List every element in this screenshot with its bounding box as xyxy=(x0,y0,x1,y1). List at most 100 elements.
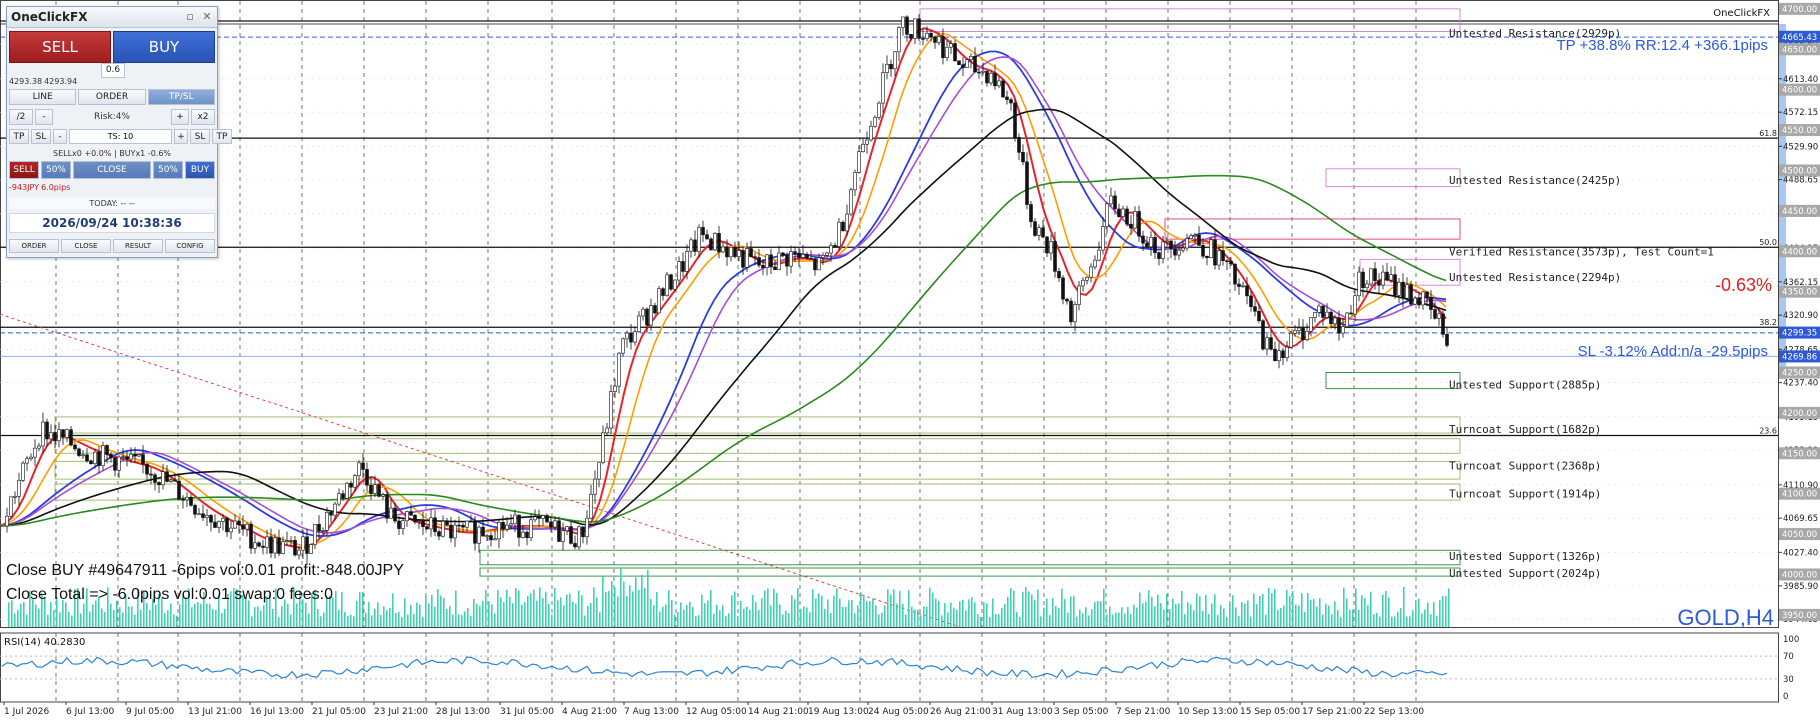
candle-body xyxy=(69,429,73,446)
price-highlight-label: 4550.00 xyxy=(1782,126,1817,136)
volume-bar xyxy=(1112,614,1114,627)
volume-bar xyxy=(1265,614,1267,627)
volume-bar xyxy=(356,600,358,627)
volume-bar xyxy=(95,600,97,627)
candle-body xyxy=(361,462,365,470)
volume-bar xyxy=(812,589,814,627)
tab-order[interactable]: ORDER xyxy=(9,239,59,253)
volume-bar xyxy=(629,585,631,627)
sl-left-button[interactable]: SL xyxy=(31,129,51,144)
candle-body xyxy=(273,537,277,554)
candle-body xyxy=(757,257,761,266)
sell-button[interactable]: SELL xyxy=(9,31,111,63)
volume-bar xyxy=(710,589,712,627)
volume-bar xyxy=(1064,599,1066,627)
candle-body xyxy=(545,515,549,523)
volume-bar xyxy=(416,602,418,627)
mode-line-tab[interactable]: LINE xyxy=(9,89,77,105)
volume-bar xyxy=(599,612,601,627)
volume-bar xyxy=(248,600,250,627)
candle-body xyxy=(209,515,213,523)
candle-body xyxy=(269,536,273,554)
volume-bar xyxy=(617,596,619,627)
candle-body xyxy=(1189,235,1193,239)
close-icon[interactable]: ✕ xyxy=(200,10,214,24)
volume-bar xyxy=(1307,593,1309,627)
volume-bar xyxy=(71,615,73,627)
volume-bar xyxy=(731,595,733,627)
tab-config[interactable]: CONFIG xyxy=(165,239,215,253)
price-highlight-label: 4100.00 xyxy=(1782,490,1817,500)
trailing-stop-input[interactable] xyxy=(69,129,172,144)
price-chart[interactable]: Untested Resistance(2929p)Untested Resis… xyxy=(0,0,1820,720)
volume-bar xyxy=(1088,615,1090,627)
candle-body xyxy=(1425,291,1429,298)
volume-bar xyxy=(1445,596,1447,627)
volume-bar xyxy=(1196,593,1198,627)
partial-left-button[interactable]: 50% xyxy=(41,161,71,179)
price-tick-label: 4529.90 xyxy=(1783,142,1818,152)
mode-tpsl-tab[interactable]: TP/SL xyxy=(147,89,215,105)
volume-bar xyxy=(482,600,484,627)
volume-bar xyxy=(1388,597,1390,627)
partial-right-button[interactable]: 50% xyxy=(153,161,183,179)
tab-close[interactable]: CLOSE xyxy=(61,239,111,253)
volume-bar xyxy=(1169,609,1171,627)
tab-result[interactable]: RESULT xyxy=(113,239,163,253)
candle-body xyxy=(1121,208,1125,217)
candle-body xyxy=(1389,274,1393,281)
tp-right-button[interactable]: TP xyxy=(212,129,232,144)
volume-bar xyxy=(728,613,730,627)
lot-double-button[interactable]: x2 xyxy=(191,109,215,125)
volume-bar xyxy=(1337,609,1339,627)
volume-bar xyxy=(1418,598,1420,627)
volume-bar xyxy=(914,609,916,627)
candle-body xyxy=(801,254,805,258)
candle-body xyxy=(577,526,581,548)
ts-plus-button[interactable]: + xyxy=(174,129,188,144)
volume-bar xyxy=(722,605,724,627)
minimize-icon[interactable]: ▫ xyxy=(183,10,197,24)
candle-body xyxy=(425,526,429,530)
volume-bar xyxy=(1178,603,1180,627)
volume-bar xyxy=(890,594,892,627)
volume-bar xyxy=(341,592,343,627)
volume-bar xyxy=(782,614,784,627)
risk-plus-button[interactable]: + xyxy=(171,109,189,125)
candle-body xyxy=(1413,297,1417,305)
volume-bar xyxy=(1157,594,1159,627)
risk-minus-button[interactable]: - xyxy=(35,109,53,125)
tp-left-button[interactable]: TP xyxy=(9,129,29,144)
volume-bar xyxy=(350,614,352,627)
volume-bar xyxy=(1007,596,1009,627)
sl-right-button[interactable]: SL xyxy=(190,129,210,144)
candle-body xyxy=(181,498,185,501)
volume-bar xyxy=(779,604,781,627)
candle-body xyxy=(1313,312,1317,318)
candle-body xyxy=(305,536,309,554)
ts-minus-button[interactable]: - xyxy=(53,129,67,144)
mode-order-tab[interactable]: ORDER xyxy=(78,89,146,105)
volume-bar xyxy=(1433,602,1435,627)
volume-bar xyxy=(1073,595,1075,627)
volume-bar xyxy=(437,589,439,627)
candle-body xyxy=(1297,327,1301,331)
candle-body xyxy=(1365,283,1369,288)
candle-body xyxy=(837,221,841,247)
candle-body xyxy=(1017,137,1021,153)
candle-body xyxy=(45,421,49,440)
candle-body xyxy=(1289,332,1293,348)
close-sell-button[interactable]: SELL xyxy=(9,161,39,179)
volume-bar xyxy=(215,609,217,627)
volume-bar xyxy=(956,609,958,627)
close-buy-button[interactable]: BUY xyxy=(185,161,215,179)
candle-body xyxy=(777,252,781,270)
candle-body xyxy=(189,496,193,506)
buy-button[interactable]: BUY xyxy=(113,31,215,63)
lot-half-button[interactable]: /2 xyxy=(9,109,33,125)
volume-bar xyxy=(116,600,118,627)
candle-body xyxy=(693,239,697,252)
close-all-button[interactable]: CLOSE xyxy=(73,161,151,179)
candle-body xyxy=(261,545,265,548)
volume-bar xyxy=(1148,590,1150,627)
